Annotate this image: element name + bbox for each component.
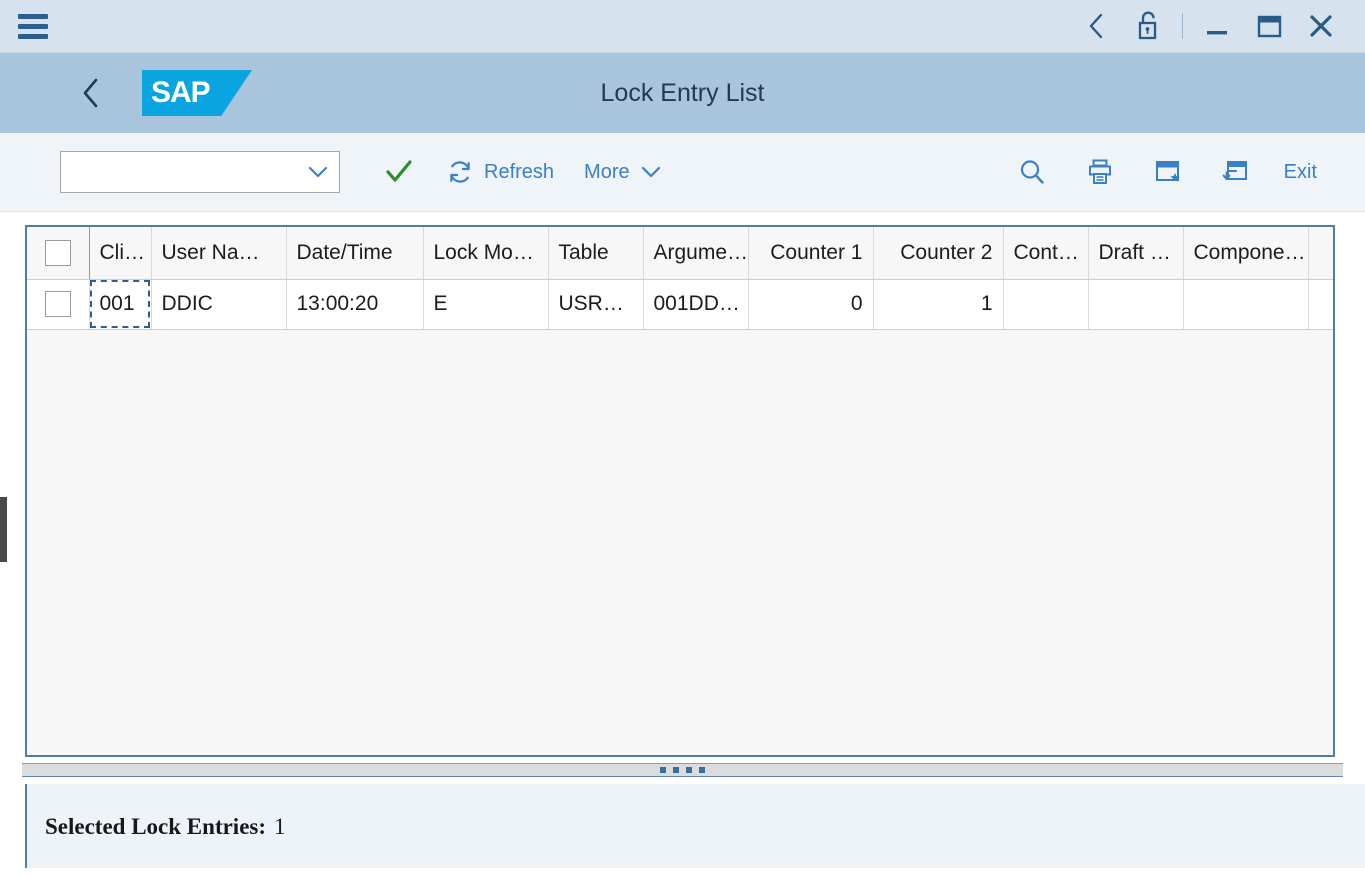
refresh-icon [446, 158, 474, 186]
cell-datetime[interactable]: 13:00:20 [286, 279, 423, 329]
toolbar-right-actions: Exit [998, 149, 1365, 195]
hamburger-bar [18, 34, 48, 39]
table-row[interactable]: 001 DDIC 13:00:20 E USR… 001DD… 0 1 [27, 279, 1333, 329]
cell-context[interactable] [1003, 279, 1088, 329]
maximize-icon[interactable] [1243, 1, 1295, 51]
cell-lockmode[interactable]: E [423, 279, 548, 329]
splitter-dot [660, 767, 666, 773]
column-header-datetime[interactable]: Date/Time [286, 227, 423, 279]
cell-draft[interactable] [1088, 279, 1183, 329]
column-header-user[interactable]: User Na… [151, 227, 286, 279]
window-title-bar [0, 0, 1365, 53]
hamburger-menu-icon[interactable] [16, 9, 50, 43]
panel-splitter[interactable] [22, 763, 1343, 777]
print-icon[interactable] [1066, 149, 1134, 195]
unlock-icon[interactable] [1122, 1, 1174, 51]
row-select-cell[interactable] [27, 279, 89, 329]
row-checkbox[interactable] [45, 291, 71, 317]
hamburger-bar [18, 24, 48, 29]
content-area: Cli… User Na… Date/Time Lock Mo… Table A… [0, 212, 1365, 868]
exit-button[interactable]: Exit [1284, 161, 1317, 184]
column-header-context[interactable]: Cont… [1003, 227, 1088, 279]
cell-counter1[interactable]: 0 [748, 279, 873, 329]
checkmark-icon [385, 159, 413, 185]
refresh-button[interactable]: Refresh [446, 158, 554, 186]
layout-variant-combobox[interactable] [60, 151, 340, 193]
vertical-scrollbar[interactable] [0, 212, 7, 868]
minimize-icon[interactable] [1191, 1, 1243, 51]
cell-component[interactable] [1183, 279, 1308, 329]
splitter-dot [699, 767, 705, 773]
splitter-dot [673, 767, 679, 773]
back-icon[interactable] [1070, 1, 1122, 51]
window-controls-divider [1182, 13, 1183, 39]
chevron-down-icon [640, 165, 662, 179]
selected-lock-entries-value: 1 [274, 814, 286, 839]
navigate-back-button[interactable] [74, 76, 108, 110]
window-controls [1070, 1, 1365, 51]
action-toolbar: Refresh More [0, 133, 1365, 212]
cell-counter2[interactable]: 1 [873, 279, 1003, 329]
create-favorite-icon[interactable] [1134, 149, 1202, 195]
sap-logo[interactable]: SAP [142, 70, 252, 116]
column-header-draft[interactable]: Draft … [1088, 227, 1183, 279]
column-header-client[interactable]: Cli… [89, 227, 151, 279]
refresh-label: Refresh [484, 161, 554, 184]
column-header-argument[interactable]: Argume… [643, 227, 748, 279]
column-header-component[interactable]: Compone… [1183, 227, 1308, 279]
more-menu-button[interactable]: More [584, 161, 662, 184]
column-header-table[interactable]: Table [548, 227, 643, 279]
confirm-button[interactable] [382, 155, 416, 189]
application-header: SAP Lock Entry List [0, 53, 1365, 133]
hamburger-bar [18, 14, 48, 19]
status-panel: Selected Lock Entries: 1 [25, 784, 1365, 868]
cell-user[interactable]: DDIC [151, 279, 286, 329]
open-in-new-window-icon[interactable] [1202, 149, 1270, 195]
column-header-filler [1308, 227, 1333, 279]
chevron-down-icon [307, 165, 329, 179]
cell-client[interactable]: 001 [89, 279, 151, 329]
cell-argument[interactable]: 001DD… [643, 279, 748, 329]
close-icon[interactable] [1295, 1, 1347, 51]
table-header-row: Cli… User Na… Date/Time Lock Mo… Table A… [27, 227, 1333, 279]
splitter-dot [686, 767, 692, 773]
lock-entry-table-panel: Cli… User Na… Date/Time Lock Mo… Table A… [25, 225, 1335, 757]
sap-logo-text: SAP [151, 76, 210, 110]
lock-entry-table: Cli… User Na… Date/Time Lock Mo… Table A… [27, 227, 1333, 330]
column-header-select[interactable] [27, 227, 89, 279]
column-header-counter1[interactable]: Counter 1 [748, 227, 873, 279]
scrollbar-thumb[interactable] [0, 497, 7, 562]
select-all-checkbox[interactable] [45, 240, 71, 266]
cell-filler [1308, 279, 1333, 329]
column-header-counter2[interactable]: Counter 2 [873, 227, 1003, 279]
cell-table[interactable]: USR… [548, 279, 643, 329]
more-label: More [584, 161, 630, 184]
table-body: 001 DDIC 13:00:20 E USR… 001DD… 0 1 [27, 279, 1333, 329]
search-icon[interactable] [998, 149, 1066, 195]
column-header-lockmode[interactable]: Lock Mo… [423, 227, 548, 279]
selected-lock-entries: Selected Lock Entries: 1 [27, 784, 1365, 840]
selected-lock-entries-label: Selected Lock Entries: [45, 814, 266, 839]
